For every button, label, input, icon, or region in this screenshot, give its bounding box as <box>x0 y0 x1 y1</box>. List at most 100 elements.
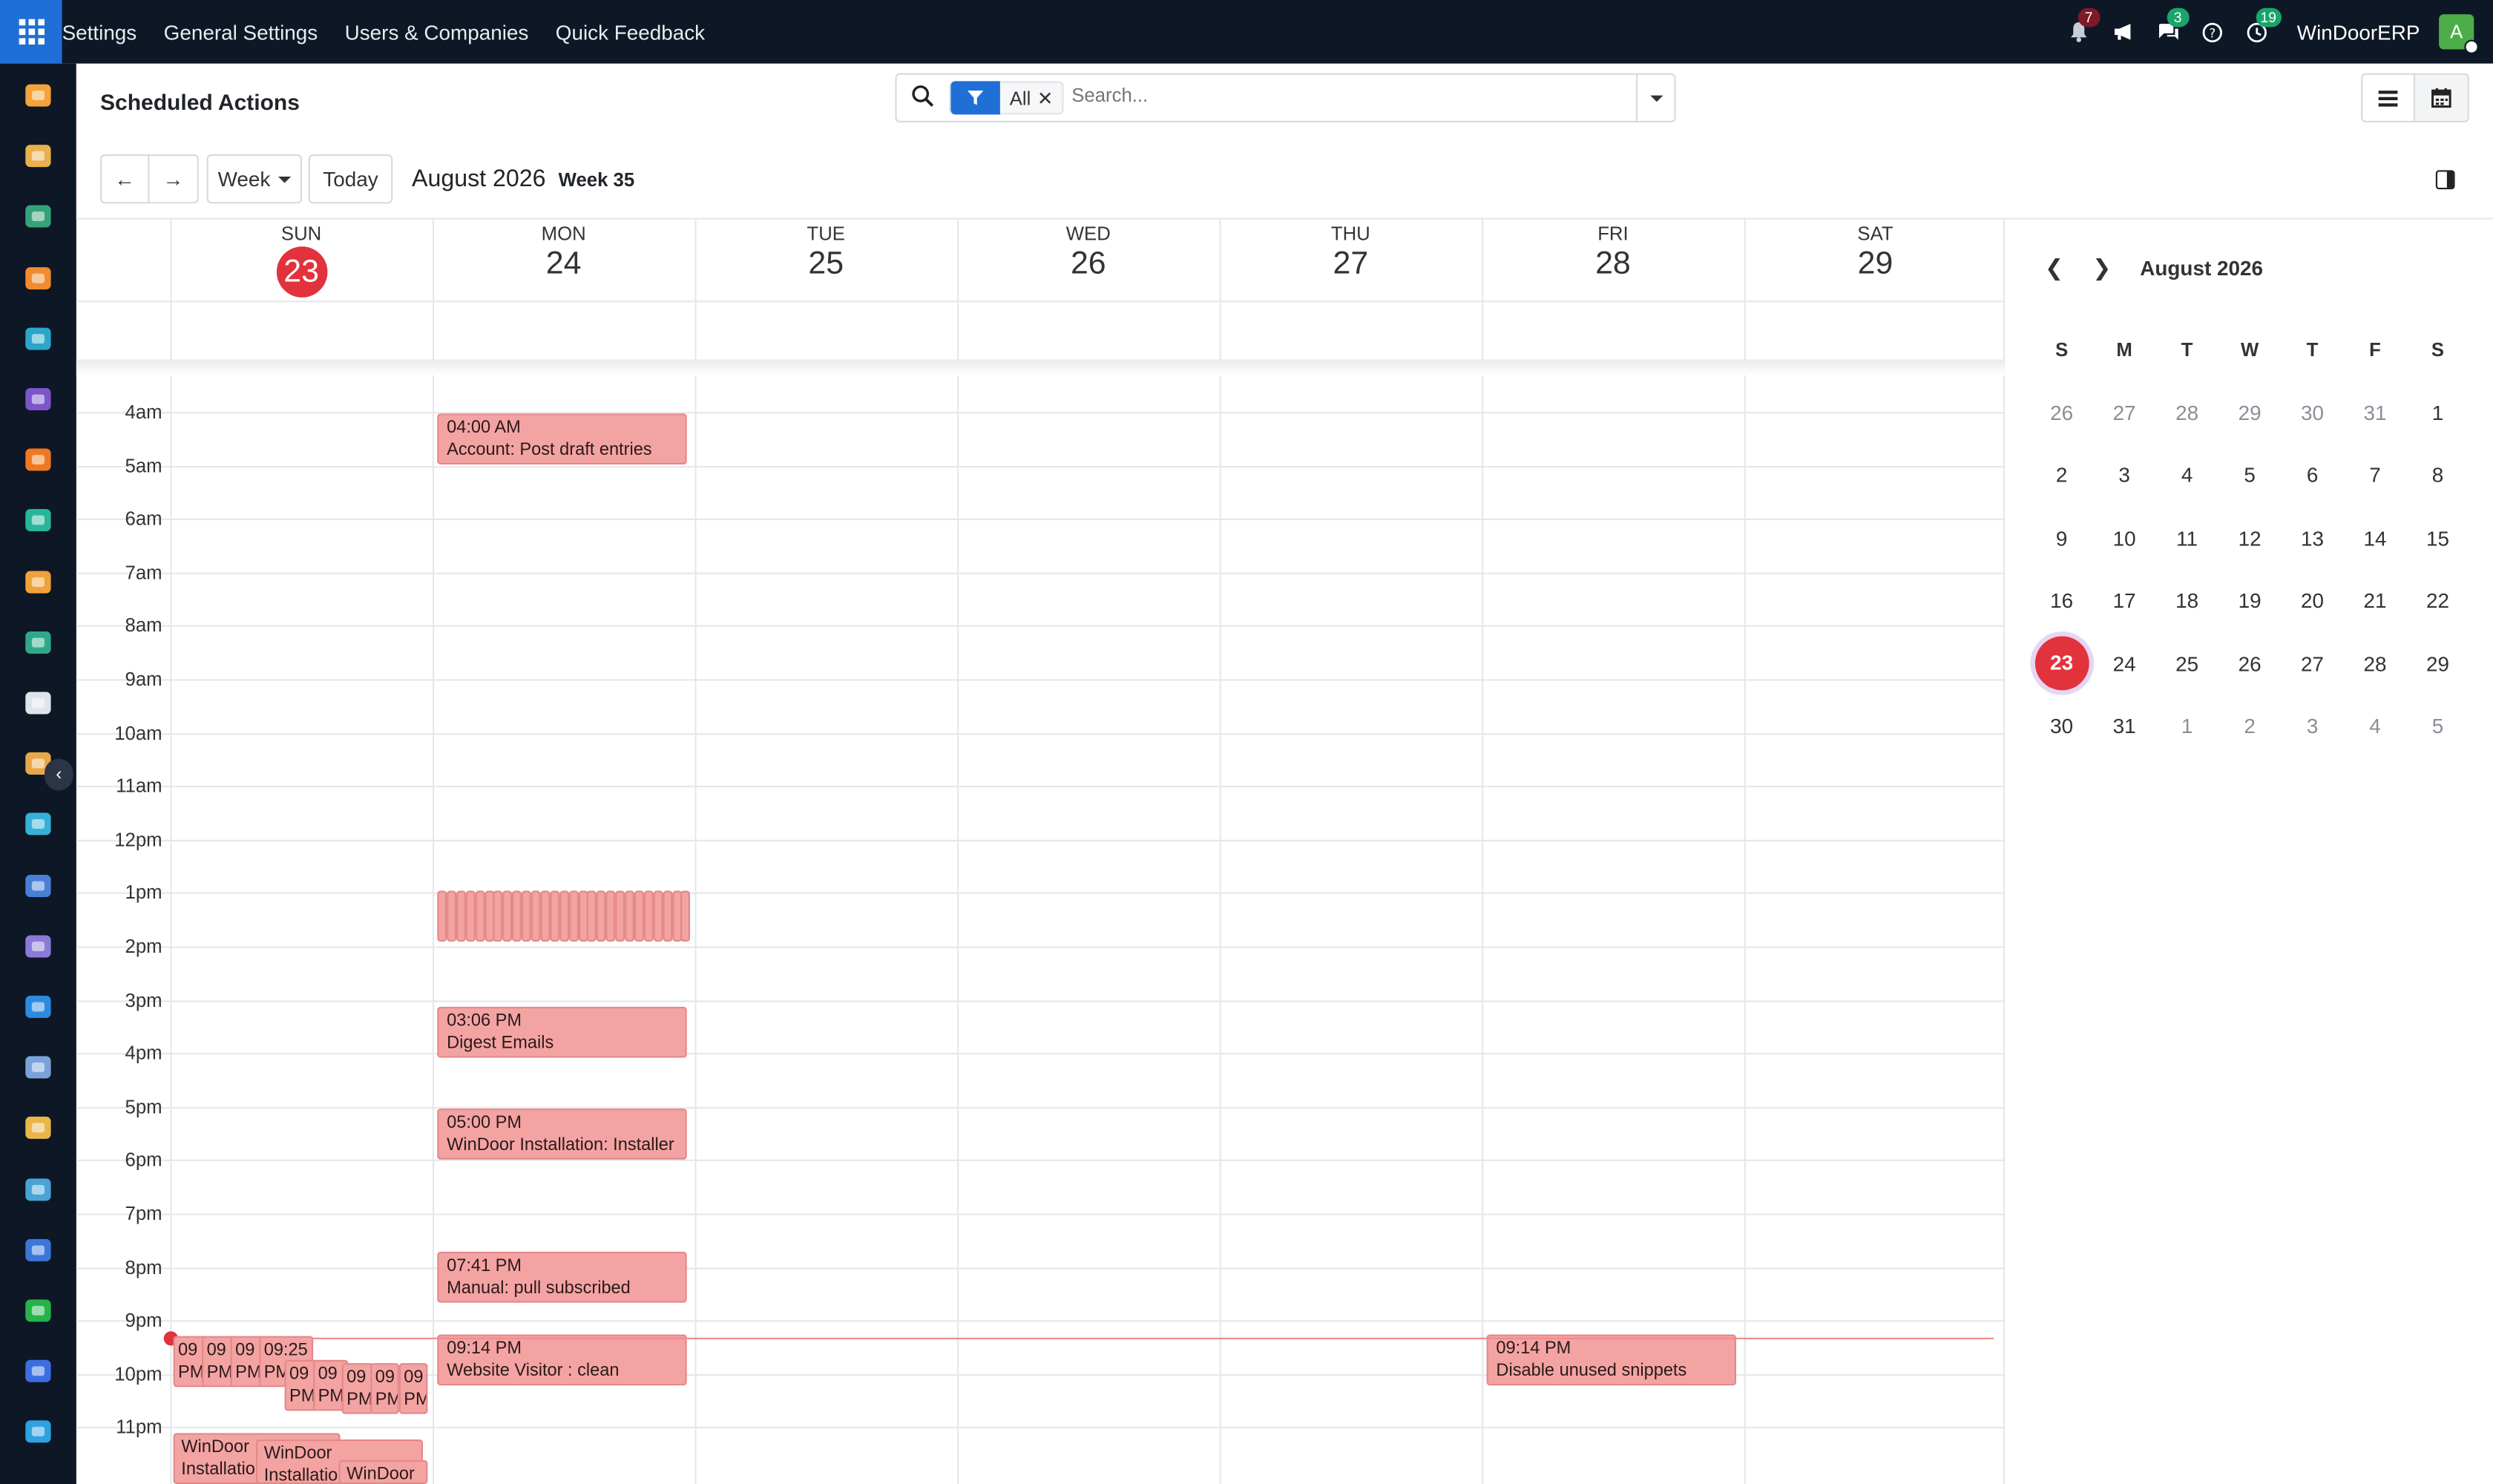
day-header[interactable]: FRI 28 <box>1482 220 1744 283</box>
pen-icon[interactable] <box>22 1173 54 1205</box>
today-button[interactable]: Today <box>308 154 393 204</box>
studio-icon[interactable] <box>22 1234 54 1266</box>
calendar-event[interactable] <box>437 891 447 942</box>
calendar-event[interactable] <box>615 891 625 942</box>
crm-chart-icon[interactable] <box>22 79 54 111</box>
dashboard-icon[interactable] <box>22 565 54 597</box>
calendar-31-icon[interactable] <box>22 1112 54 1144</box>
mini-day[interactable]: 26 <box>2218 651 2281 675</box>
mini-day[interactable]: 28 <box>2344 651 2406 675</box>
day-column-wed[interactable] <box>957 219 1220 1484</box>
list-view-button[interactable] <box>2361 73 2415 123</box>
day-column-sat[interactable] <box>1744 219 2007 1484</box>
search-icon[interactable] <box>911 85 935 108</box>
app-menu-button[interactable] <box>0 0 62 64</box>
calendar-event[interactable]: 09:14 PM Website Visitor : clean <box>437 1334 687 1386</box>
mini-day[interactable]: 13 <box>2281 526 2343 550</box>
calendar-event[interactable] <box>634 891 644 942</box>
user-avatar[interactable]: A <box>2439 14 2479 54</box>
announcement-button[interactable] <box>2106 14 2141 49</box>
mini-day[interactable]: 11 <box>2155 526 2218 550</box>
mini-day[interactable]: 31 <box>2093 715 2155 738</box>
menu-item-settings[interactable]: Settings <box>62 20 137 44</box>
calendar-event[interactable] <box>643 891 654 942</box>
mini-day[interactable]: 12 <box>2218 526 2281 550</box>
search-input[interactable] <box>1071 84 1597 107</box>
next-button[interactable]: → <box>149 154 199 204</box>
mini-day[interactable]: 17 <box>2093 589 2155 613</box>
previous-button[interactable]: ← <box>100 154 150 204</box>
calendar-event[interactable] <box>680 891 691 942</box>
remove-facet-icon[interactable]: ✕ <box>1037 87 1062 109</box>
day-header[interactable]: THU 27 <box>1220 220 1482 283</box>
mini-day[interactable]: 24 <box>2093 651 2155 675</box>
mini-day[interactable]: 2 <box>2030 463 2092 487</box>
calendar-event[interactable] <box>512 891 522 942</box>
mini-day[interactable]: 3 <box>2281 715 2343 738</box>
menu-item-users-companies[interactable]: Users & Companies <box>345 20 529 44</box>
company-switcher[interactable]: WinDoorERP <box>2297 20 2420 44</box>
calendar-event[interactable]: 09:14 PM Disable unused snippets <box>1486 1334 1736 1386</box>
calendar-event[interactable] <box>597 891 607 942</box>
mini-day[interactable]: 6 <box>2281 463 2343 487</box>
calendar-event[interactable] <box>549 891 559 942</box>
team-icon[interactable] <box>22 1051 54 1083</box>
mini-day[interactable]: 1 <box>2406 401 2469 424</box>
mini-day-selected[interactable]: 23 <box>2030 636 2092 691</box>
side-panel-toggle-icon[interactable] <box>2435 170 2455 190</box>
calendar-event[interactable]: 09 PM <box>341 1363 374 1414</box>
calendar-event[interactable] <box>456 891 466 942</box>
calendar-event[interactable] <box>605 891 616 942</box>
calendar-event[interactable] <box>502 891 513 942</box>
mini-day[interactable]: 27 <box>2093 401 2155 424</box>
search-options-toggle[interactable] <box>1636 74 1674 121</box>
calendar-event[interactable]: 09 PM <box>370 1363 399 1414</box>
inventory-icon[interactable] <box>22 687 54 719</box>
day-column-fri[interactable] <box>1482 219 1744 1484</box>
day-header[interactable]: MON 24 <box>433 220 695 283</box>
messages-button[interactable]: 3 <box>2151 7 2190 49</box>
calendar-event[interactable] <box>540 891 551 942</box>
calendar-event[interactable] <box>484 891 494 942</box>
mini-day[interactable]: 14 <box>2344 526 2406 550</box>
product-icon[interactable] <box>22 930 54 962</box>
calendar-event[interactable] <box>577 891 588 942</box>
calendar-event[interactable] <box>671 891 682 942</box>
day-column-tue[interactable] <box>694 219 957 1484</box>
knowledge-icon[interactable] <box>22 870 54 902</box>
mini-day[interactable]: 29 <box>2218 401 2281 424</box>
day-header[interactable]: SAT 29 <box>1744 220 2007 283</box>
mini-day[interactable]: 3 <box>2093 463 2155 487</box>
mini-day[interactable]: 18 <box>2155 589 2218 613</box>
calendar-event[interactable] <box>474 891 485 942</box>
vendor-icon[interactable] <box>22 505 54 536</box>
calendar-event[interactable]: 04:00 AM Account: Post draft entries <box>437 413 687 464</box>
mini-day[interactable]: 4 <box>2155 463 2218 487</box>
sign-icon[interactable] <box>22 323 54 355</box>
calendar-event[interactable]: WinDoor <box>338 1460 428 1484</box>
day-column-thu[interactable] <box>1219 219 1482 1484</box>
calendar-view-button[interactable] <box>2415 73 2469 123</box>
timer-icon[interactable] <box>22 1356 54 1388</box>
mini-day[interactable]: 8 <box>2406 463 2469 487</box>
mini-day[interactable]: 2 <box>2218 715 2281 738</box>
calendar-event[interactable] <box>531 891 541 942</box>
mini-day[interactable]: 25 <box>2155 651 2218 675</box>
mini-day[interactable]: 26 <box>2030 401 2092 424</box>
project-icon[interactable] <box>22 809 54 841</box>
calendar-event[interactable] <box>493 891 503 942</box>
menu-item-quick-feedback[interactable]: Quick Feedback <box>556 20 705 44</box>
calendar-event[interactable] <box>522 891 531 942</box>
day-column-sun[interactable] <box>170 219 433 1484</box>
mini-day[interactable]: 29 <box>2406 651 2469 675</box>
menu-item-general-settings[interactable]: General Settings <box>164 20 318 44</box>
calendar-event[interactable] <box>625 891 634 942</box>
calendar-event[interactable] <box>662 891 672 942</box>
employees-icon[interactable] <box>22 626 54 658</box>
mini-day[interactable]: 10 <box>2093 526 2155 550</box>
help-button[interactable]: ? <box>2195 14 2230 49</box>
mini-day[interactable]: 31 <box>2344 401 2406 424</box>
calendar-event[interactable]: 09 PM <box>398 1363 428 1414</box>
day-header[interactable]: WED 26 <box>957 220 1220 283</box>
mini-day[interactable]: 27 <box>2281 651 2343 675</box>
